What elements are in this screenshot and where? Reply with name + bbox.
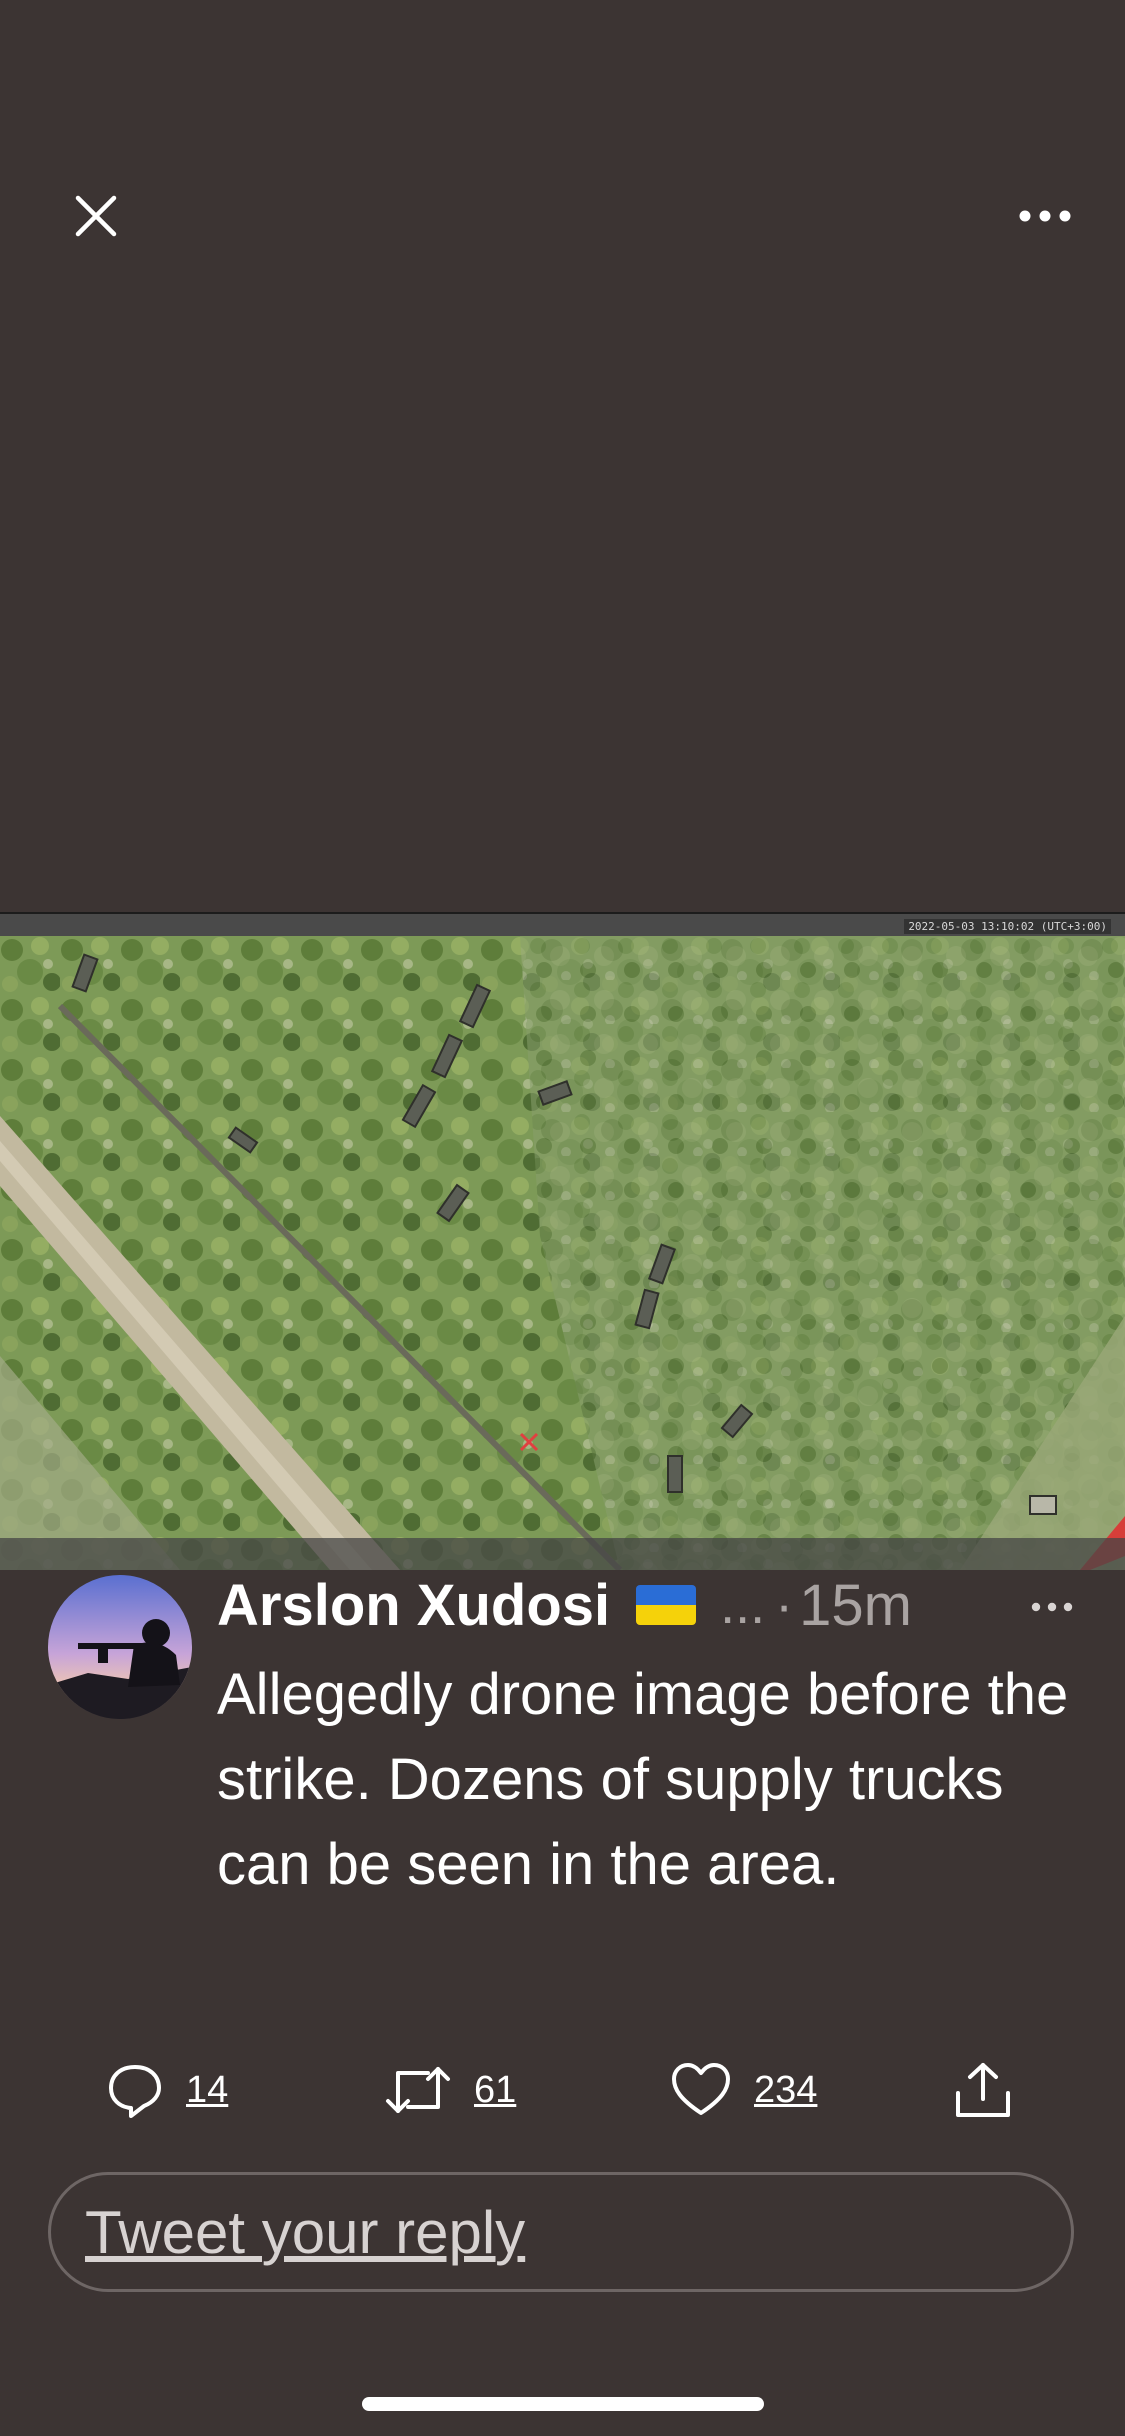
media-viewer-screen: 2022-05-03 13:10:02 (UTC+3:00) Arslon Xu… (0, 0, 1125, 2436)
reply-button[interactable]: 14 (106, 2050, 228, 2130)
close-button[interactable] (60, 180, 132, 252)
avatar[interactable] (48, 1575, 192, 1719)
reply-placeholder: Tweet your reply (85, 2198, 526, 2266)
retweet-button[interactable]: 61 (384, 2050, 516, 2130)
tweet-text: Allegedly drone image before the strike.… (217, 1662, 1069, 1897)
tweet-more-button[interactable] (1022, 1582, 1082, 1632)
reply-input[interactable]: Tweet your reply (48, 2172, 1074, 2292)
truncation-ellipsis: ... (720, 1575, 766, 1635)
avatar-image (48, 1575, 192, 1719)
like-button[interactable]: 234 (670, 2050, 817, 2130)
more-options-button[interactable] (1005, 180, 1085, 252)
more-horizontal-icon (1019, 210, 1071, 222)
media-gradient (0, 1538, 1125, 1570)
aerial-forest-picture (0, 936, 1125, 1570)
reply-count: 14 (186, 2068, 229, 2111)
tweet-header: Arslon Xudosi ... · 15m (217, 1568, 1087, 1642)
drone-image[interactable]: 2022-05-03 13:10:02 (UTC+3:00) (0, 912, 1125, 1570)
image-info-strip: 2022-05-03 13:10:02 (UTC+3:00) (0, 912, 1125, 938)
reply-icon (109, 2065, 161, 2118)
ukraine-flag-icon (636, 1585, 697, 1625)
heart-icon (672, 2063, 730, 2115)
home-indicator[interactable] (362, 2397, 764, 2411)
tweet-timestamp[interactable]: 15m (799, 1572, 912, 1639)
close-icon (75, 195, 117, 237)
author-name[interactable]: Arslon Xudosi (217, 1572, 610, 1639)
image-timestamp: 2022-05-03 13:10:02 (UTC+3:00) (904, 919, 1111, 934)
share-icon (956, 2063, 1010, 2117)
share-button[interactable] (952, 2050, 1014, 2130)
separator-dot: · (775, 1575, 794, 1635)
like-count: 234 (754, 2068, 818, 2111)
retweet-icon (386, 2067, 450, 2113)
retweet-count: 61 (474, 2068, 517, 2111)
tweet-actions: 14 61 234 (0, 2050, 1125, 2130)
more-horizontal-icon (1031, 1602, 1073, 1612)
